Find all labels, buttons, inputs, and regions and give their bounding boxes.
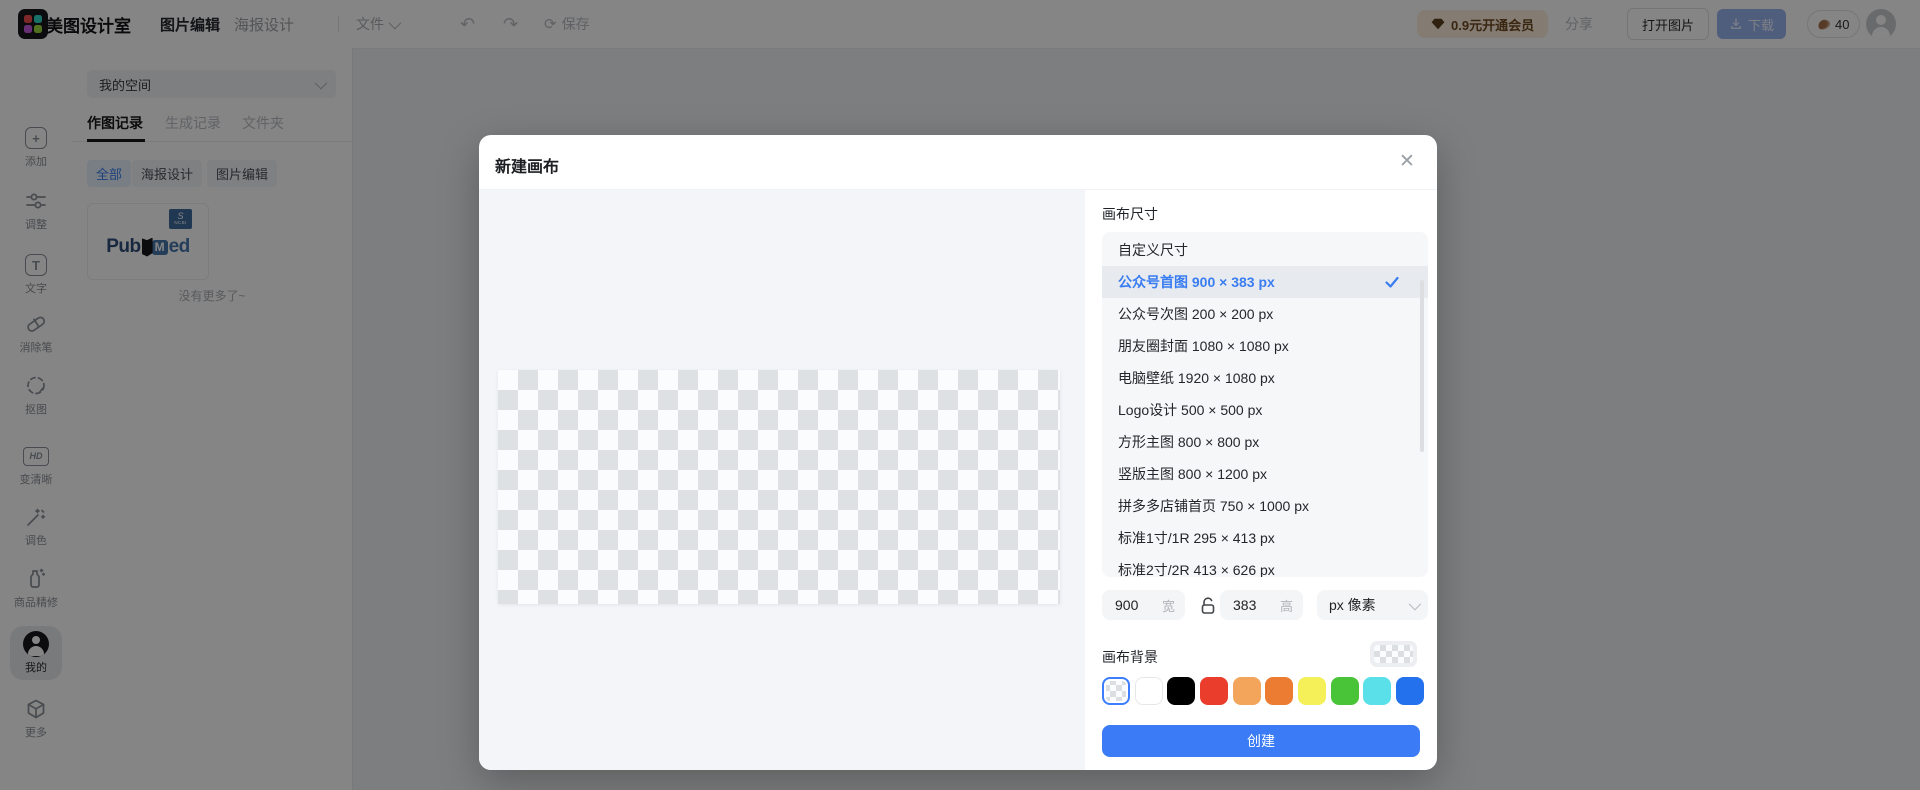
preset-logo[interactable]: Logo设计 500 × 500 px [1102,394,1428,426]
width-input[interactable]: 900 宽 [1102,590,1185,620]
height-input[interactable]: 383 高 [1220,590,1303,620]
preset-1inch[interactable]: 标准1寸/1R 295 × 413 px [1102,522,1428,554]
swatch-red[interactable] [1200,677,1228,705]
preset-custom[interactable]: 自定义尺寸 [1102,234,1428,266]
preset-portrait-main[interactable]: 竖版主图 800 × 1200 px [1102,458,1428,490]
background-section-label: 画布背景 [1102,647,1158,667]
dialog-title: 新建画布 [495,153,559,177]
chevron-down-icon [1409,597,1422,610]
unit-dropdown[interactable]: px 像素 [1317,590,1428,620]
preset-mp-cover-selected[interactable]: 公众号首图 900 × 383 px [1102,266,1428,298]
swatch-cyan[interactable] [1363,677,1391,705]
swatch-yellow[interactable] [1298,677,1326,705]
new-canvas-dialog: 新建画布 ✕ 画布尺寸 自定义尺寸 公众号首图 900 × 383 px 公众号… [479,135,1437,770]
unlock-ratio-icon[interactable] [1197,594,1219,616]
canvas-settings-panel: 画布尺寸 自定义尺寸 公众号首图 900 × 383 px 公众号次图 200 … [1085,190,1437,770]
app-window: 美图设计室 图片编辑 海报设计 文件 ↶ ↷ ⟳ 保存 0.9元开通会员 分享 … [0,0,1920,790]
swatch-black[interactable] [1167,677,1195,705]
size-list-scrollbar[interactable] [1420,280,1424,452]
background-color-swatches [1102,677,1424,705]
preset-mp-secondary[interactable]: 公众号次图 200 × 200 px [1102,298,1428,330]
preset-moments-cover[interactable]: 朋友圈封面 1080 × 1080 px [1102,330,1428,362]
close-icon[interactable]: ✕ [1394,148,1420,174]
size-preset-list: 自定义尺寸 公众号首图 900 × 383 px 公众号次图 200 × 200… [1102,232,1428,577]
swatch-white[interactable] [1135,677,1163,705]
swatch-transparent[interactable] [1102,677,1130,705]
background-preview-swatch[interactable] [1370,641,1417,667]
swatch-orange[interactable] [1265,677,1293,705]
swatch-blue[interactable] [1396,677,1424,705]
preset-wallpaper[interactable]: 电脑壁纸 1920 × 1080 px [1102,362,1428,394]
size-section-label: 画布尺寸 [1102,204,1158,224]
create-button[interactable]: 创建 [1102,725,1420,757]
dialog-header: 新建画布 ✕ [479,135,1437,190]
transparent-canvas-preview [498,370,1060,604]
check-icon [1384,274,1400,290]
swatch-peach[interactable] [1233,677,1261,705]
swatch-green[interactable] [1331,677,1359,705]
canvas-preview-area [479,190,1085,770]
preset-2inch[interactable]: 标准2寸/2R 413 × 626 px [1102,554,1428,577]
preset-square-main[interactable]: 方形主图 800 × 800 px [1102,426,1428,458]
preset-pdd-store[interactable]: 拼多多店铺首页 750 × 1000 px [1102,490,1428,522]
